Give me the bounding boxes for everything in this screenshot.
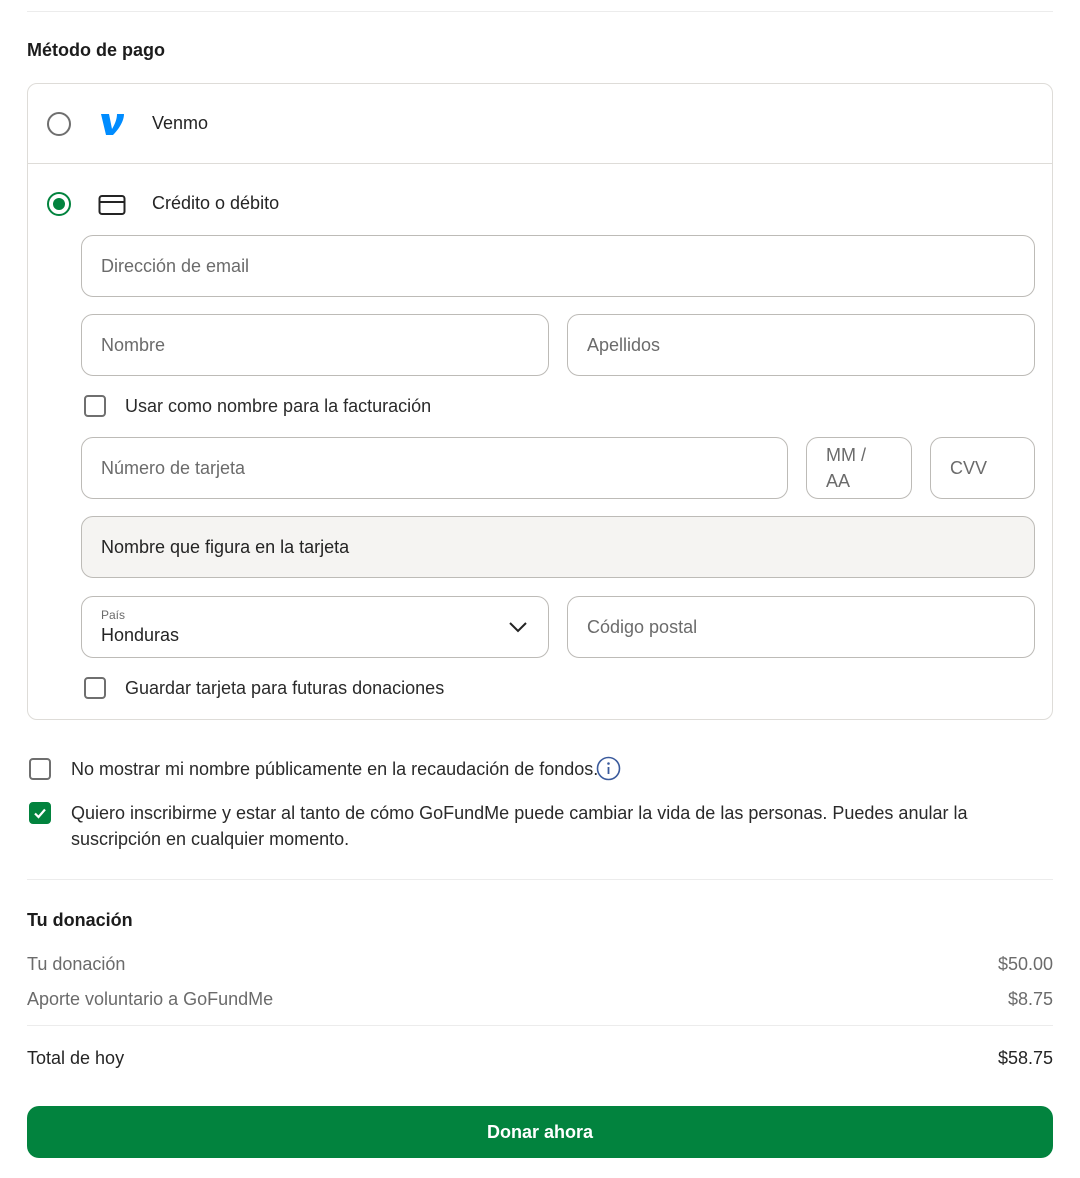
first-name-placeholder: Nombre [101, 335, 166, 355]
card-radio[interactable] [47, 192, 71, 216]
chevron-down-icon [508, 617, 528, 637]
card-label: Crédito o débito [152, 193, 280, 213]
postal-code-placeholder: Código postal [587, 617, 698, 637]
cardholder-name-value: Nombre que figura en la tarjeta [101, 537, 350, 557]
save-card-checkbox[interactable] [84, 677, 106, 699]
country-label: País [101, 608, 126, 622]
hide-name-checkbox[interactable] [29, 758, 51, 780]
card-number-placeholder: Número de tarjeta [101, 458, 246, 478]
card-number-field[interactable]: Número de tarjeta [81, 437, 788, 499]
donation-summary-title: Tu donación [27, 910, 133, 930]
cardholder-name-field[interactable]: Nombre que figura en la tarjeta [81, 516, 1035, 578]
donation-amount-label: Tu donación [27, 954, 126, 974]
email-placeholder: Dirección de email [101, 256, 250, 276]
check-icon [32, 805, 48, 821]
first-name-field[interactable]: Nombre [81, 314, 549, 376]
cvv-field[interactable]: CVV [930, 437, 1035, 499]
last-name-field[interactable]: Apellidos [567, 314, 1035, 376]
summary-divider [27, 879, 1053, 880]
venmo-label: Venmo [152, 113, 209, 133]
payment-option-venmo[interactable]: Venmo [28, 84, 1052, 164]
info-icon[interactable] [596, 756, 621, 781]
expiry-field[interactable]: MM / AA [806, 437, 912, 499]
payment-method-box: Venmo Crédito o débito Dirección de emai… [27, 83, 1053, 720]
postal-code-field[interactable]: Código postal [567, 596, 1035, 658]
hide-name-label: No mostrar mi nombre públicamente en la … [71, 759, 599, 779]
total-label: Total de hoy [27, 1048, 125, 1068]
country-value: Honduras [101, 625, 180, 645]
last-name-placeholder: Apellidos [587, 335, 661, 355]
billing-name-label: Usar como nombre para la facturación [125, 396, 432, 416]
total-value: $58.75 [997, 1048, 1053, 1068]
subscribe-checkbox[interactable] [29, 802, 51, 824]
subscribe-label: Quiero inscribirme y estar al tanto de c… [71, 803, 968, 849]
credit-card-icon [98, 194, 126, 216]
billing-name-checkbox[interactable] [84, 395, 106, 417]
payment-option-card[interactable]: Crédito o débito [28, 165, 1052, 243]
donate-now-button[interactable]: Donar ahora [27, 1106, 1053, 1158]
total-divider [27, 1025, 1053, 1026]
email-field[interactable]: Dirección de email [81, 235, 1035, 297]
cvv-placeholder: CVV [950, 458, 988, 478]
top-divider [27, 11, 1053, 12]
venmo-radio[interactable] [47, 112, 71, 136]
tip-value: $8.75 [1007, 989, 1053, 1009]
expiry-placeholder: MM / AA [826, 445, 866, 491]
country-select[interactable]: País Honduras [81, 596, 549, 658]
donation-amount-value: $50.00 [997, 954, 1053, 974]
venmo-logo-icon [98, 110, 126, 138]
save-card-label: Guardar tarjeta para futuras donaciones [125, 678, 445, 698]
payment-method-title: Método de pago [27, 40, 165, 60]
tip-label: Aporte voluntario a GoFundMe [27, 989, 274, 1009]
